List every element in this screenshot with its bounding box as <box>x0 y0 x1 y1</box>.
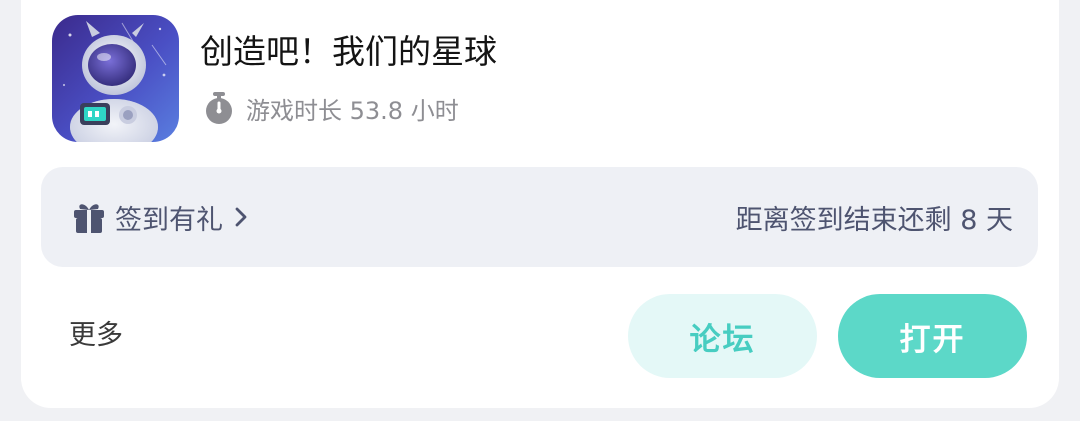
signin-label: 签到有礼 <box>115 204 223 236</box>
playtime-label: 游戏时长 53.8 小时 <box>246 96 459 125</box>
signin-remaining-text: 距离签到结束还剩 8 天 <box>735 204 1013 236</box>
stopwatch-icon <box>206 92 232 124</box>
astronaut-game-icon <box>52 15 179 142</box>
signin-banner[interactable]: 签到有礼 距离签到结束还剩 8 天 <box>41 167 1038 267</box>
app-title: 创造吧！我们的星球 <box>200 32 497 71</box>
more-link[interactable]: 更多 <box>69 316 123 356</box>
app-icon[interactable] <box>52 15 179 142</box>
forum-button[interactable]: 论坛 <box>628 294 817 378</box>
signin-link[interactable]: 签到有礼 <box>73 167 247 267</box>
playtime-row: 游戏时长 53.8 小时 <box>204 88 459 128</box>
chevron-right-icon <box>235 207 247 227</box>
gift-icon <box>74 204 104 233</box>
open-button[interactable]: 打开 <box>838 294 1027 378</box>
